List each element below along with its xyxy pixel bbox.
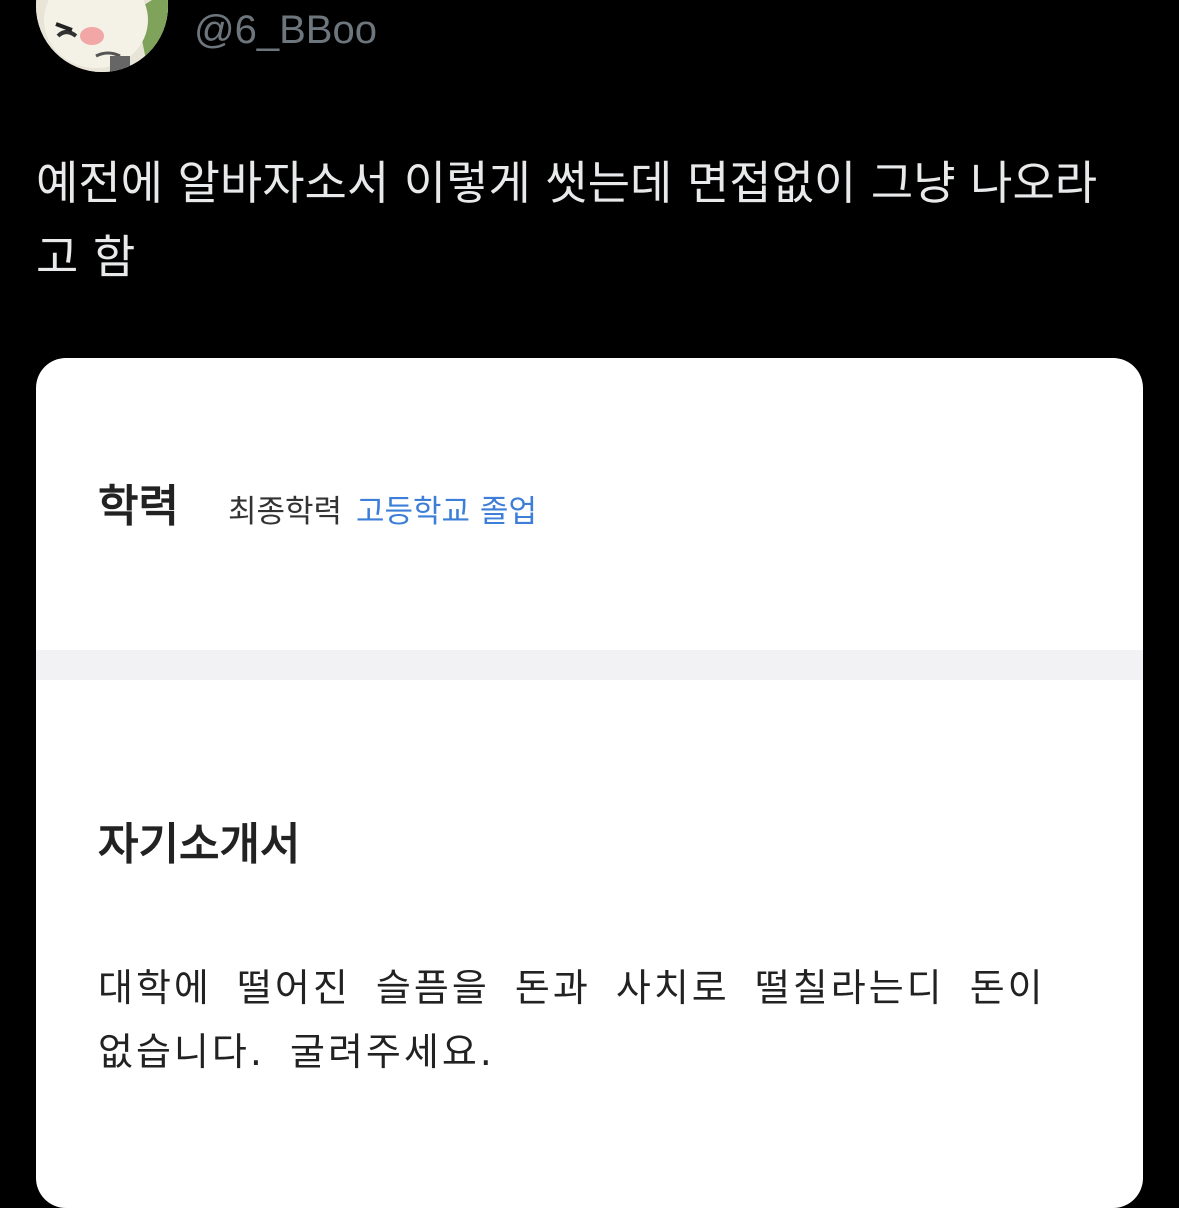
avatar[interactable] <box>36 0 168 72</box>
education-label: 최종학력 <box>228 494 343 530</box>
attached-image-card[interactable]: 학력 최종학력 고등학교 졸업 자기소개서 대학에 떨어진 슬픔을 돈과 사치로… <box>36 358 1143 1208</box>
cartoon-character-avatar-icon <box>36 0 168 72</box>
tweet-text: 예전에 알바자소서 이렇게 썻는데 면접없이 그냥 나오라 고 함 <box>36 156 1098 284</box>
education-value: 고등학교 졸업 <box>356 494 537 530</box>
intro-heading: 자기소개서 <box>98 819 301 870</box>
intro-body: 대학에 떨어진 슬픔을 돈과 사치로 떨칠라는디 돈이 없습니다. 굴려주세요. <box>98 966 1046 1074</box>
education-heading: 학력 <box>98 481 179 532</box>
section-divider <box>36 650 1143 680</box>
author-handle[interactable]: @6_BBoo <box>194 8 377 53</box>
